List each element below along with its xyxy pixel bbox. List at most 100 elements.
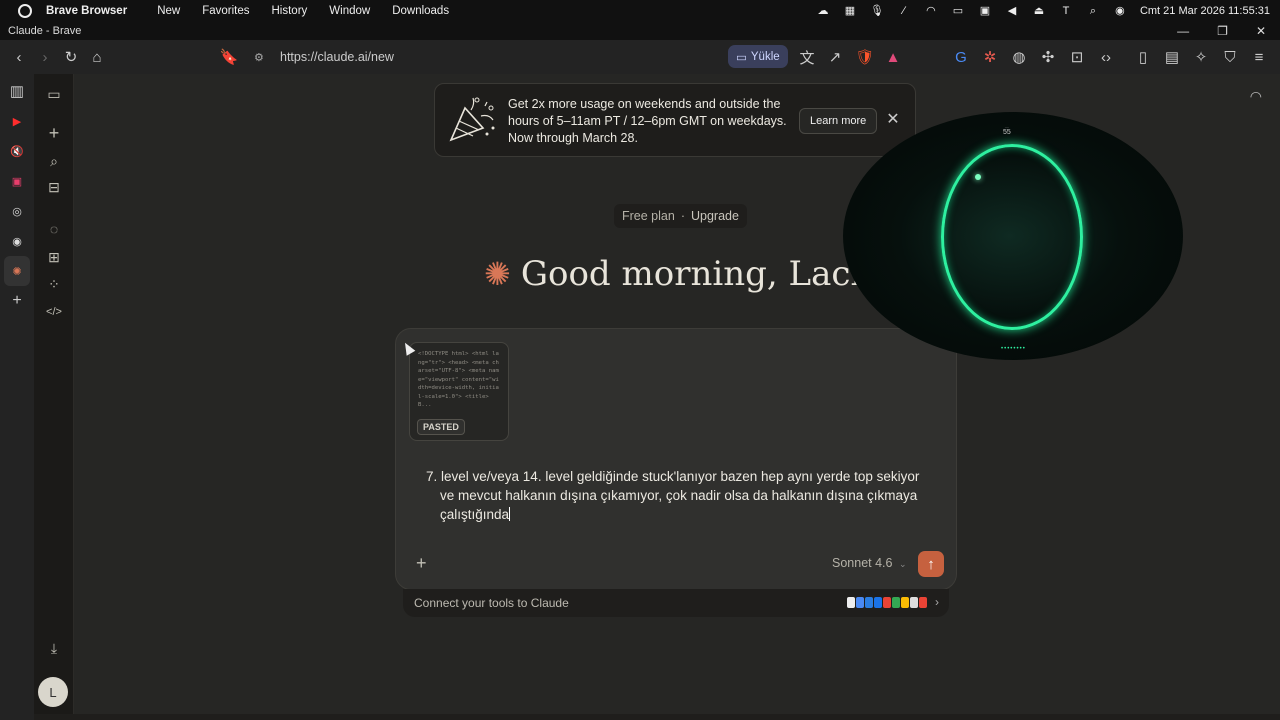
search-chats-icon[interactable]: ⌕ [44, 151, 64, 171]
text-icon[interactable]: T [1059, 5, 1073, 17]
upload-button[interactable]: ▭ Yükle [728, 45, 788, 68]
add-content-button[interactable]: + [416, 554, 432, 572]
window-titlebar: Claude - Brave — ❐ ✕ [0, 22, 1280, 40]
cloud-app-icon [865, 597, 873, 608]
pasted-attachment[interactable]: <!DOCTYPE html> <html lang="tr"> <head> … [409, 342, 509, 441]
youtube-icon[interactable]: ▶ [0, 106, 34, 136]
artifacts-icon[interactable]: ⁘ [44, 274, 64, 294]
message-composer[interactable]: <!DOCTYPE html> <html lang="tr"> <head> … [395, 328, 957, 590]
prompt-line-3: çalıştığında [440, 507, 511, 522]
wallet-icon[interactable]: ▤ [1159, 44, 1185, 70]
ghost-mode-icon[interactable]: ◠ [1250, 88, 1262, 105]
send-button[interactable]: ↑ [918, 551, 944, 577]
text-caret [509, 507, 511, 521]
code-icon[interactable]: </> [44, 302, 64, 322]
download-app-icon[interactable]: ⤓ [44, 638, 64, 658]
screenshot-icon[interactable]: ⊡ [1064, 44, 1090, 70]
wifi-icon[interactable]: ◠ [924, 5, 938, 17]
leo-ai-icon[interactable]: ✧ [1188, 44, 1214, 70]
prompt-line-1: 7. level ve/veya 14. level geldiğinde st… [426, 469, 920, 484]
drive-icon [874, 597, 882, 608]
os-logo-icon[interactable] [18, 4, 32, 18]
back-icon[interactable]: ‹ [6, 44, 32, 70]
menu-downloads[interactable]: Downloads [392, 5, 449, 17]
upload-label: Yükle [750, 50, 780, 63]
upgrade-link[interactable]: Upgrade [691, 209, 739, 223]
vpn-icon[interactable]: ⛉ [1217, 44, 1243, 70]
site-settings-icon[interactable]: ⚙ [254, 51, 264, 64]
forward-icon[interactable]: › [32, 44, 58, 70]
code-icon[interactable]: ‹› [1093, 44, 1119, 70]
home-icon[interactable]: ⌂ [84, 44, 110, 70]
plan-label: Free plan [622, 209, 675, 223]
game-score: — 55 [1003, 124, 1011, 136]
game-overlay[interactable]: — 55 •••••••• [843, 112, 1183, 360]
github-icon[interactable]: ◉ [0, 226, 34, 256]
toggle-sidebar-icon[interactable]: ▭ [44, 84, 64, 104]
toolbox-icon[interactable]: ⊟ [44, 177, 64, 197]
system-tray: ☁ ▦ 🎙 ∕ ◠ ▭ ▣ ◀ ⏏ T ⌕ ◉ Cmt 21 Mar 2026 … [816, 0, 1270, 22]
menu-history[interactable]: History [272, 5, 308, 17]
sidebar-panel-icon[interactable]: ▥ [0, 76, 34, 106]
chats-icon[interactable]: ◌ [44, 219, 64, 239]
share-icon[interactable]: ↗ [822, 44, 848, 70]
learn-more-button[interactable]: Learn more [799, 108, 878, 134]
menu-app-name[interactable]: Brave Browser [46, 5, 127, 17]
claude-icon[interactable]: ✺ [4, 256, 30, 286]
sidebar-toggle-icon[interactable]: ▯ [1130, 44, 1156, 70]
plan-badge: Free plan · Upgrade [614, 204, 747, 228]
control-center-icon[interactable]: ◉ [1113, 5, 1127, 17]
menu-new[interactable]: New [157, 5, 180, 17]
docs-icon [910, 597, 918, 608]
browser-toolbar: ‹ › ↻ ⌂ 🔖 ⚙ https://claude.ai/new ▭ Yükl… [0, 40, 1280, 74]
game-ball [975, 174, 981, 180]
add-sidebar-icon[interactable]: + [0, 286, 34, 316]
brave-rewards-icon[interactable]: ▲ [880, 44, 906, 70]
menu-window[interactable]: Window [329, 5, 370, 17]
pasted-badge: PASTED [417, 419, 465, 435]
mute-icon[interactable]: 🔇 [0, 136, 34, 166]
google-icon [856, 597, 864, 608]
eject-icon[interactable]: ⏏ [1032, 5, 1046, 17]
notion-icon [847, 597, 855, 608]
translate-icon[interactable]: 文 [794, 44, 820, 70]
volume-icon[interactable]: ◀ [1005, 5, 1019, 17]
claude-sidebar: ▭ + ⌕ ⊟ ◌ ⊞ ⁘ </> ⤓ L [34, 74, 74, 714]
bookmark-icon[interactable]: 🔖 [216, 44, 242, 70]
brave-shields-icon[interactable]: 🛡 [852, 44, 878, 70]
chrome-icon [919, 597, 927, 608]
close-icon[interactable]: ✕ [883, 110, 903, 130]
game-progress-dots: •••••••• [1001, 346, 1026, 352]
reload-icon[interactable]: ↻ [58, 44, 84, 70]
close-window-icon[interactable]: ✕ [1256, 22, 1266, 40]
new-chat-icon[interactable]: + [44, 123, 64, 143]
url-text[interactable]: https://claude.ai/new [280, 50, 394, 64]
puzzle-icon[interactable]: ✣ [1035, 44, 1061, 70]
chevron-right-icon[interactable]: › [935, 595, 939, 609]
cloud-icon[interactable]: ☁ [816, 5, 830, 17]
google-translate-icon[interactable]: G [948, 44, 974, 70]
model-selector[interactable]: Sonnet 4.6 ⌄ [832, 556, 907, 570]
search-icon[interactable]: ⌕ [1086, 5, 1100, 17]
display-icon[interactable]: ▭ [951, 5, 965, 17]
battery-icon[interactable]: ▣ [978, 5, 992, 17]
restore-icon[interactable]: ❐ [1217, 22, 1228, 40]
keyboard-icon[interactable]: ▦ [843, 5, 857, 17]
menu-icon[interactable]: ≡ [1246, 44, 1272, 70]
connect-label: Connect your tools to Claude [414, 596, 569, 610]
connect-tools-bar[interactable]: Connect your tools to Claude › [403, 589, 949, 617]
microphone-icon[interactable]: 🎙 [870, 5, 884, 17]
chevron-down-icon: ⌄ [898, 559, 907, 569]
projects-icon[interactable]: ⊞ [44, 247, 64, 267]
app-ring-icon[interactable]: ◎ [0, 196, 34, 226]
avatar[interactable]: L [38, 677, 68, 707]
minimize-icon[interactable]: — [1177, 22, 1189, 40]
clock[interactable]: Cmt 21 Mar 2026 11:55:31 [1140, 5, 1270, 17]
menu-favorites[interactable]: Favorites [202, 5, 249, 17]
prompt-input[interactable]: 7. level ve/veya 14. level geldiğinde st… [426, 467, 936, 524]
pen-icon[interactable]: ∕ [897, 5, 911, 17]
laptop-icon: ▭ [736, 51, 747, 64]
globe-icon[interactable]: ◍ [1006, 44, 1032, 70]
extension-icon[interactable]: ✲ [977, 44, 1003, 70]
app-pink-icon[interactable]: ▣ [0, 166, 34, 196]
